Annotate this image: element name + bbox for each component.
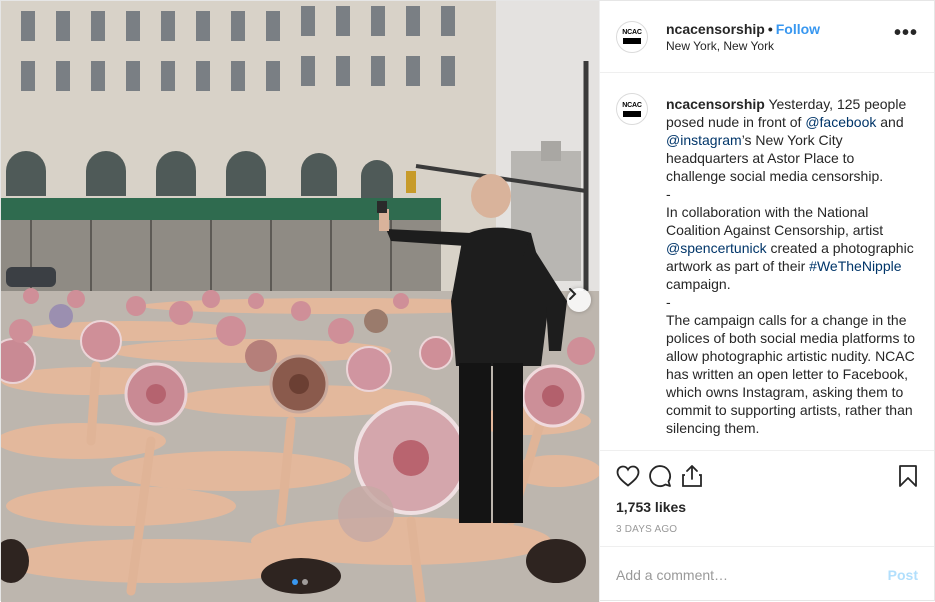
post-actions: 1,753 likes 3 DAYS AGO xyxy=(600,450,934,546)
carousel-next-button[interactable] xyxy=(567,288,591,312)
likes-count[interactable]: 1,753 likes xyxy=(616,498,918,516)
action-icons-row xyxy=(616,451,918,497)
more-options-icon[interactable]: ••• xyxy=(894,22,918,45)
caption-text-segment: - xyxy=(666,294,671,310)
avatar-logo-bar xyxy=(623,110,641,117)
header-username[interactable]: ncacensorship xyxy=(666,21,765,37)
caption-avatar[interactable]: NCAC xyxy=(616,93,648,125)
follow-button[interactable]: Follow xyxy=(776,21,820,37)
caption-text-segment: - xyxy=(666,186,671,202)
chevron-right-icon xyxy=(569,288,577,300)
share-icon xyxy=(682,465,702,487)
caption-username[interactable]: ncacensorship xyxy=(666,96,765,112)
caption-link[interactable]: #WeTheNipple xyxy=(809,258,901,274)
save-button[interactable] xyxy=(886,460,918,492)
comment-icon xyxy=(649,465,671,487)
bookmark-icon xyxy=(899,465,917,487)
header-separator: • xyxy=(767,20,773,37)
caption-text: ncacensorship Yesterday, 125 people pose… xyxy=(666,95,918,450)
header-text: ncacensorship • Follow New York, New York xyxy=(666,20,894,54)
header-user-line: ncacensorship • Follow xyxy=(666,20,894,38)
caption-text-segment: and xyxy=(876,114,904,130)
caption-text-segment: campaign. xyxy=(666,276,731,292)
post-side-panel: NCAC ncacensorship • Follow New York, New … xyxy=(599,1,934,602)
caption-text-segment: The campaign calls for a change in the p… xyxy=(666,312,916,436)
comment-bar: Post xyxy=(600,546,934,602)
carousel-dot-active xyxy=(292,579,298,585)
heart-icon xyxy=(616,465,640,487)
post-header: NCAC ncacensorship • Follow New York, New … xyxy=(600,1,934,73)
caption-body: Yesterday, 125 people posed nude in fron… xyxy=(666,96,915,436)
carousel-indicator xyxy=(292,579,308,585)
caption-link[interactable]: @facebook xyxy=(805,114,876,130)
caption-text-segment: In collaboration with the National Coali… xyxy=(666,204,884,238)
avatar-logo-text: NCAC xyxy=(622,29,642,36)
caption-link[interactable]: @instagram xyxy=(666,132,742,148)
post-timestamp[interactable]: 3 DAYS AGO xyxy=(616,524,918,535)
carousel-dot xyxy=(302,579,308,585)
like-button[interactable] xyxy=(616,460,648,492)
comment-button[interactable] xyxy=(648,460,680,492)
avatar-logo-bar xyxy=(623,38,641,44)
post-photo[interactable] xyxy=(1,1,599,602)
avatar[interactable]: NCAC xyxy=(616,20,648,53)
post-comment-button[interactable]: Post xyxy=(888,567,918,583)
photo-illustration xyxy=(1,1,599,602)
share-button[interactable] xyxy=(680,460,712,492)
avatar-logo-text: NCAC xyxy=(622,101,642,109)
instagram-post: NCAC ncacensorship • Follow New York, New … xyxy=(0,0,935,602)
location-link[interactable]: New York, New York xyxy=(666,39,894,54)
caption-link[interactable]: @spencertunick xyxy=(666,240,767,256)
caption-section: NCAC ncacensorship Yesterday, 125 people… xyxy=(600,73,934,450)
comment-input[interactable] xyxy=(616,566,888,583)
